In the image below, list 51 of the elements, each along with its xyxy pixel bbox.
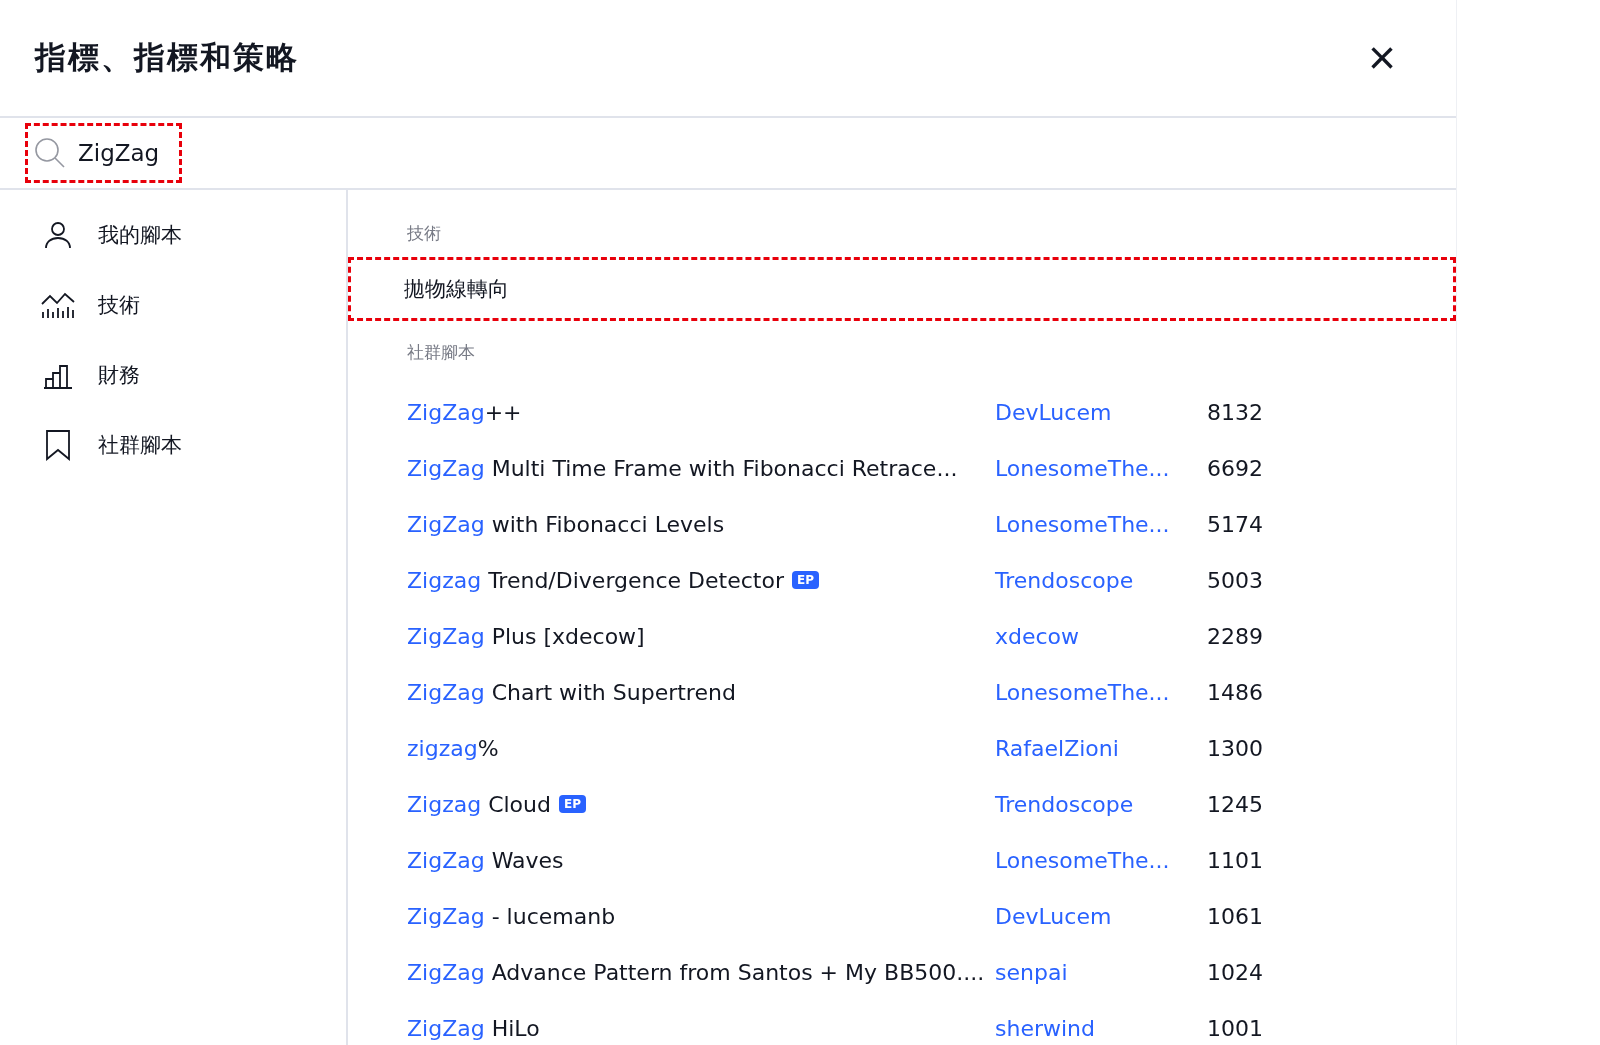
sidebar-item[interactable]: 社群腳本: [0, 410, 346, 480]
author-link[interactable]: DevLucem: [995, 903, 1207, 929]
section-heading: 技術: [406, 222, 442, 245]
script-name[interactable]: ZigZag Waves: [407, 847, 564, 873]
section-heading: 社群腳本: [406, 341, 476, 364]
author-link[interactable]: LonesomeThe...: [995, 511, 1207, 537]
likes-count: 1101: [1207, 847, 1264, 873]
script-name[interactable]: ZigZag Multi Time Frame with Fibonacci Retrace...: [407, 455, 958, 481]
author-link[interactable]: Trendoscope: [995, 567, 1207, 593]
author-link[interactable]: senpai: [995, 959, 1207, 985]
search-input[interactable]: ZigZag: [76, 139, 165, 167]
likes-count: 1061: [1207, 903, 1264, 929]
ep-badge: EP: [559, 795, 586, 813]
script-name[interactable]: zigzag%: [407, 735, 499, 761]
author-link[interactable]: DevLucem: [995, 399, 1207, 425]
script-name[interactable]: ZigZag++: [407, 399, 522, 425]
likes-count: 1024: [1207, 959, 1264, 985]
script-name[interactable]: ZigZag Chart with Supertrend: [407, 679, 736, 705]
script-name[interactable]: Zigzag Cloud: [407, 791, 551, 817]
author-link[interactable]: Trendoscope: [995, 791, 1207, 817]
author-link[interactable]: LonesomeThe...: [995, 679, 1207, 705]
dialog-title: 指標、指標和策略: [35, 38, 299, 77]
search-icon: [34, 137, 66, 169]
script-name[interactable]: ZigZag HiLo: [407, 1015, 540, 1041]
likes-count: 1300: [1207, 735, 1264, 761]
likes-count: 1486: [1207, 679, 1264, 705]
likes-count: 5174: [1207, 511, 1264, 537]
likes-count: 5003: [1207, 567, 1264, 593]
sidebar-item[interactable]: 我的腳本: [0, 200, 346, 270]
author-link[interactable]: LonesomeThe...: [995, 847, 1207, 873]
script-name[interactable]: ZigZag Plus [xdecow]: [407, 623, 645, 649]
likes-count: 1001: [1207, 1015, 1264, 1041]
author-link[interactable]: sherwind: [995, 1015, 1207, 1041]
author-link[interactable]: xdecow: [995, 623, 1207, 649]
author-link[interactable]: LonesomeThe...: [995, 455, 1207, 481]
ep-badge: EP: [791, 571, 819, 589]
search-field[interactable]: ZigZag: [25, 123, 182, 183]
script-name[interactable]: ZigZag - lucemanb: [407, 903, 616, 929]
chart-icon: [40, 290, 76, 320]
close-button[interactable]: ×: [1367, 34, 1396, 82]
likes-count: 6692: [1207, 455, 1264, 481]
likes-count: 8132: [1207, 399, 1264, 425]
indicator-item[interactable]: 拋物線轉向: [348, 257, 1456, 321]
sidebar-item[interactable]: 技術: [0, 270, 346, 340]
sidebar-item[interactable]: 財務: [0, 340, 346, 410]
author-link[interactable]: RafaelZioni: [995, 735, 1207, 761]
likes-count: 1245: [1207, 791, 1264, 817]
script-name[interactable]: ZigZag Advance Pattern from Santos + My BB500....: [407, 959, 985, 985]
script-name[interactable]: ZigZag with Fibonacci Levels: [407, 511, 725, 537]
script-name[interactable]: Zigzag Trend/Divergence Detector: [407, 567, 784, 593]
likes-count: 2289: [1207, 623, 1264, 649]
